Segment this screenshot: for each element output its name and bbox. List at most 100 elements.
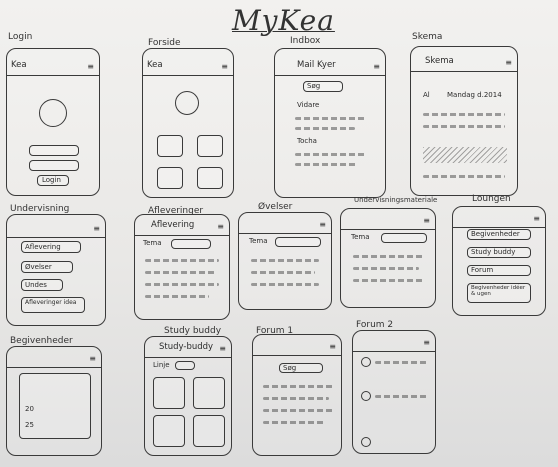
lounge-item-ideas[interactable]: Begivenheder idéer & ugen	[467, 283, 531, 303]
top-bar: Study-buddy ≡	[145, 341, 231, 358]
label-skema: Skema	[412, 32, 443, 42]
tema-selector[interactable]	[381, 233, 427, 243]
password-field[interactable]	[29, 160, 79, 171]
frame-begivenheder: ≡ 20 25	[6, 346, 102, 456]
login-button[interactable]: Login	[37, 175, 69, 186]
lounge-item-studybuddy[interactable]: Study buddy	[467, 247, 531, 258]
item-label: Afleveringer idea	[25, 299, 77, 306]
item-label: Øvelser	[25, 263, 52, 271]
top-bar: ≡	[253, 339, 341, 356]
schedule-line	[423, 125, 505, 128]
label-indbox: Indbox	[290, 36, 321, 46]
tile-teaching[interactable]	[157, 167, 183, 189]
menu-icon[interactable]: ≡	[89, 354, 96, 363]
menu-icon[interactable]: ≡	[423, 216, 430, 225]
login-button-label: Login	[42, 176, 61, 184]
top-bar: ≡	[239, 217, 331, 234]
top-bar: Skema ≡	[411, 55, 517, 72]
tema-selector[interactable]	[171, 239, 211, 249]
forum-line	[263, 385, 333, 388]
menu-icon[interactable]: ≡	[93, 224, 100, 233]
frame-forside: Kea ≡	[142, 48, 234, 198]
app-name: Kea	[147, 60, 163, 70]
frame-afleveringer: Aflevering ≡ Tema	[134, 214, 230, 320]
content-line	[145, 259, 219, 262]
content-line	[251, 271, 315, 274]
menu-icon[interactable]: ≡	[329, 342, 336, 351]
inbox-line	[295, 117, 365, 120]
forum-line	[263, 397, 329, 400]
app-name: Kea	[11, 60, 27, 70]
top-bar: Kea ≡	[7, 59, 99, 76]
label-undervisningsmateriale: Undervisningsmateriale	[354, 196, 438, 204]
calendar-date-2[interactable]: 25	[25, 421, 34, 429]
label-loungen: Loungen	[472, 194, 511, 204]
frame-login: Kea ≡ Login	[6, 48, 100, 196]
buddy-card-1[interactable]	[153, 377, 185, 409]
buddy-card-2[interactable]	[193, 377, 225, 409]
label-forside: Forside	[148, 38, 181, 48]
buddy-card-4[interactable]	[193, 415, 225, 447]
top-bar: Mail Kyer ≡	[275, 59, 385, 76]
menu-icon[interactable]: ≡	[373, 62, 380, 71]
menu-icon[interactable]: ≡	[219, 344, 226, 353]
post-line	[375, 395, 427, 398]
top-bar: ≡	[453, 211, 545, 228]
top-bar: ≡	[7, 351, 101, 368]
menu-item-ovelser[interactable]: Øvelser	[21, 261, 73, 273]
item-label: Forum	[471, 266, 494, 274]
buddy-card-3[interactable]	[153, 415, 185, 447]
label-studybuddy: Study buddy	[164, 326, 222, 336]
frame-undervisning: ≡ Aflevering Øvelser Undes Afleveringer …	[6, 214, 106, 326]
menu-icon[interactable]: ≡	[221, 62, 228, 71]
top-bar: ≡	[353, 335, 435, 352]
menu-icon[interactable]: ≡	[87, 62, 94, 71]
post-avatar-icon	[361, 391, 371, 401]
username-field[interactable]	[29, 145, 79, 156]
forum-line	[263, 421, 325, 424]
inbox-row-2[interactable]: Tocha	[297, 137, 317, 145]
inbox-line	[295, 153, 367, 156]
menu-icon[interactable]: ≡	[319, 220, 326, 229]
tile-lounge[interactable]	[197, 167, 223, 189]
content-line	[353, 255, 423, 258]
content-line	[251, 283, 319, 286]
post-avatar-icon	[361, 357, 371, 367]
forum-line	[263, 409, 333, 412]
search-label: Søg	[307, 82, 321, 90]
frame-forum1: ≡ Søg	[252, 334, 342, 456]
frame-ovelser: ≡ Tema	[238, 212, 332, 310]
tema-selector[interactable]	[275, 237, 321, 247]
skema-header: Skema	[425, 56, 454, 66]
frame-forum2: ≡	[352, 330, 436, 454]
menu-icon[interactable]: ≡	[217, 222, 224, 231]
content-line	[145, 283, 219, 286]
schedule-line	[423, 113, 505, 116]
menu-icon[interactable]: ≡	[505, 58, 512, 67]
menu-item-aflevering[interactable]: Aflevering	[21, 241, 81, 253]
avatar-icon	[175, 91, 199, 115]
inbox-row-1[interactable]: Vidare	[297, 101, 319, 109]
schedule-line	[423, 175, 505, 178]
lounge-item-begivenheder[interactable]: Begivenheder	[467, 229, 531, 240]
linje-select[interactable]	[175, 361, 195, 370]
frame-studybuddy: Study-buddy ≡ Linje	[144, 336, 232, 456]
tile-schedule[interactable]	[197, 135, 223, 157]
search-input[interactable]: Søg	[303, 81, 343, 92]
menu-item-undes[interactable]: Undes	[21, 279, 63, 291]
item-label: Undes	[25, 281, 47, 289]
frame-loungen: ≡ Begivenheder Study buddy Forum Begiven…	[452, 206, 546, 316]
calendar-date-1[interactable]: 20	[25, 405, 34, 413]
tema-label: Tema	[249, 237, 268, 245]
content-line	[353, 267, 419, 270]
menu-icon[interactable]: ≡	[423, 338, 430, 347]
menu-icon[interactable]: ≡	[533, 214, 540, 223]
avatar-icon	[39, 99, 67, 127]
search-input[interactable]: Søg	[279, 363, 323, 373]
label-forum2: Forum 2	[356, 320, 394, 330]
tema-label: Tema	[143, 239, 162, 247]
tile-inbox[interactable]	[157, 135, 183, 157]
lounge-item-forum[interactable]: Forum	[467, 265, 531, 276]
menu-item-afleveringer[interactable]: Afleveringer idea	[21, 297, 85, 313]
label-begivenheder: Begivenheder	[10, 336, 73, 346]
